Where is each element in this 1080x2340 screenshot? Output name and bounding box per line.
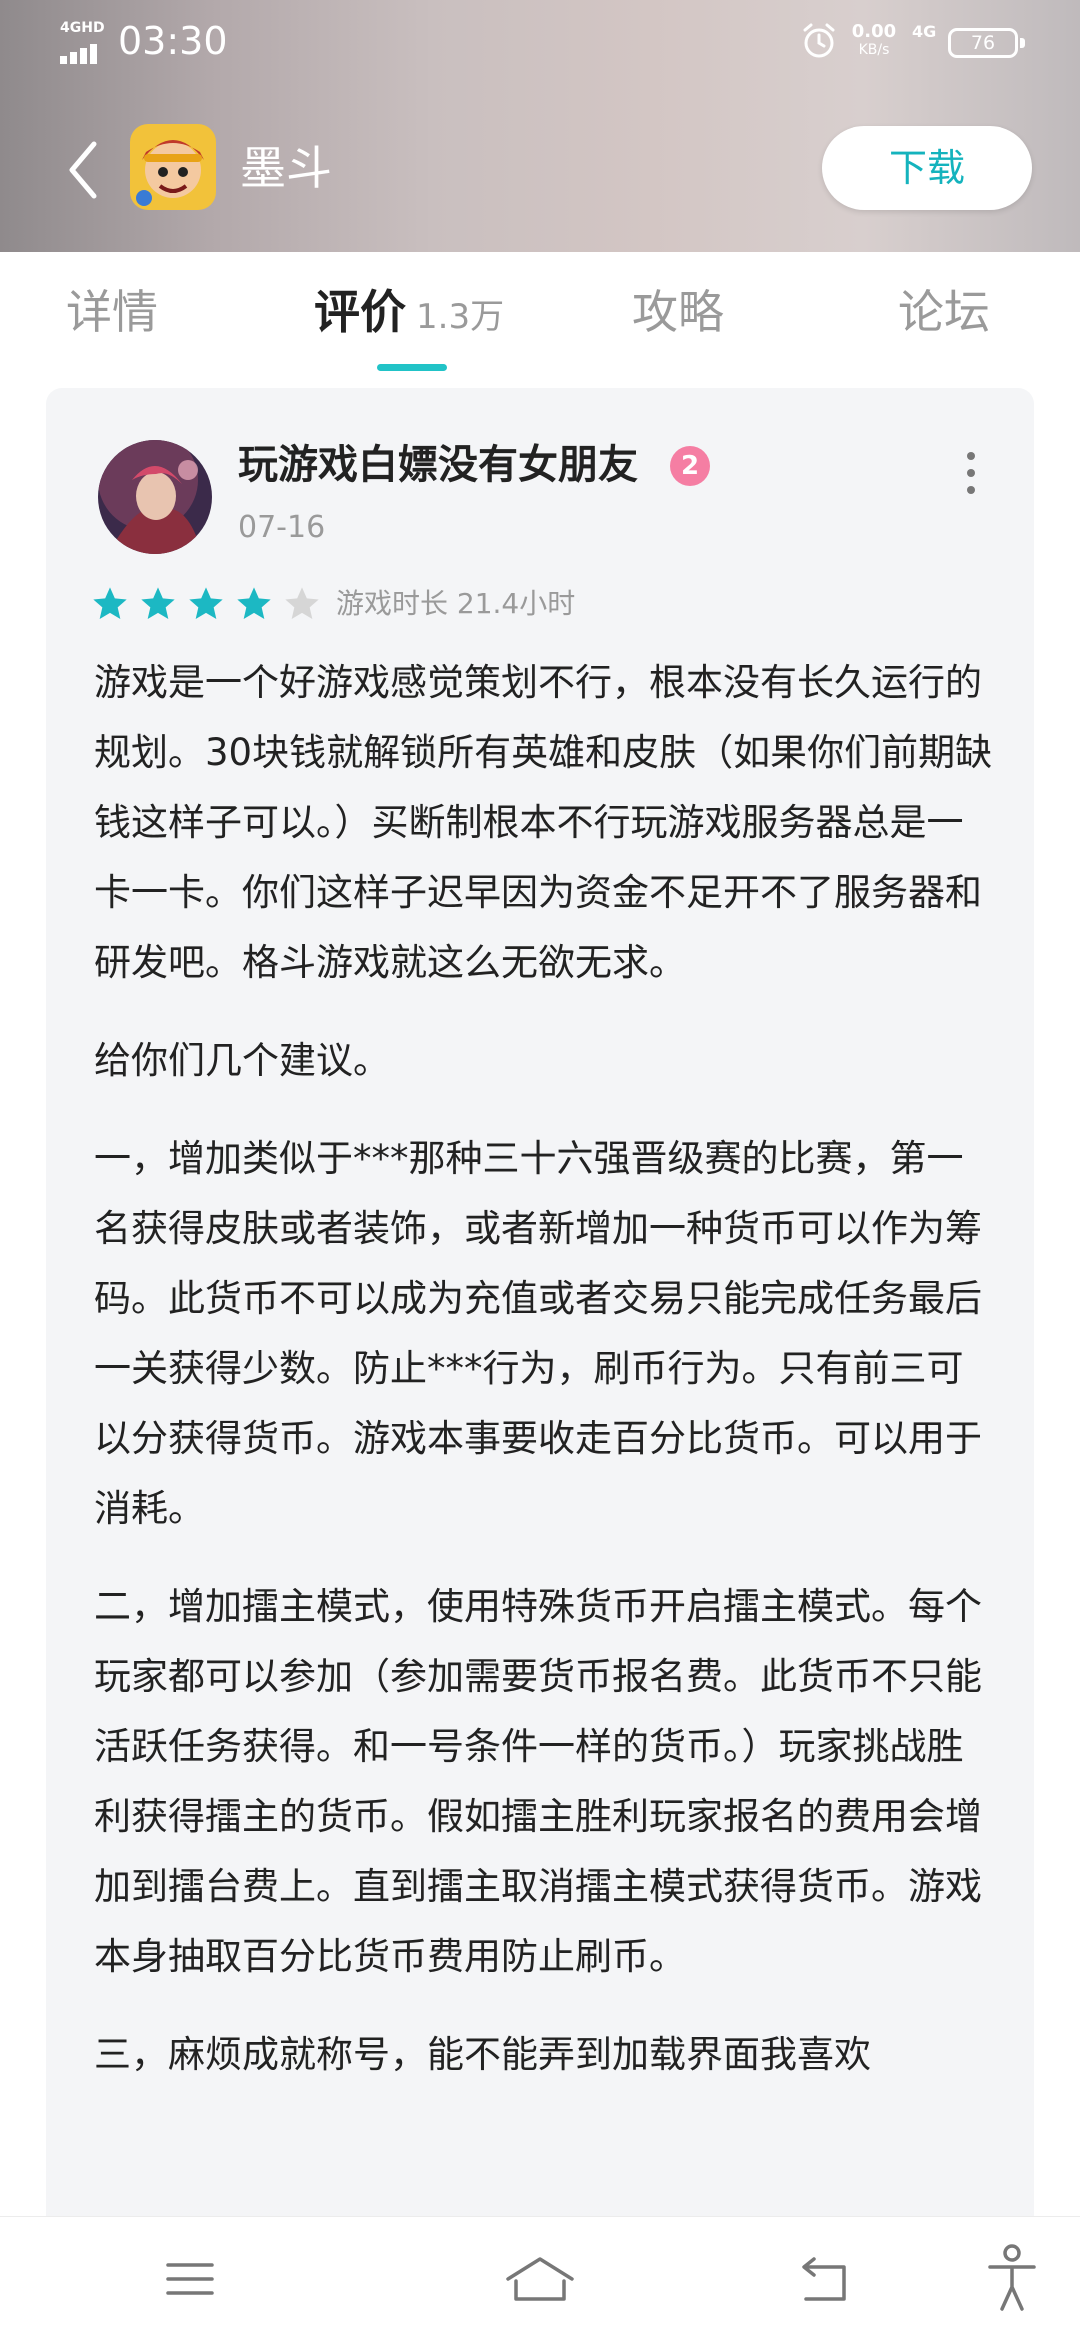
app-title: 墨斗 xyxy=(240,141,332,195)
tab-reviews[interactable]: 评价 1.3万 xyxy=(314,282,504,347)
review-paragraph: 二，增加擂主模式，使用特殊货币开启擂主模式。每个玩家都可以参加（参加需要货币报名… xyxy=(94,1585,982,1978)
tab-guides[interactable]: 攻略 xyxy=(632,282,724,342)
review-card: 玩游戏白嫖没有女朋友 2 07-16 游戏时长 21.4小时 游戏是一个好游戏感… xyxy=(46,388,1034,2340)
star-icon xyxy=(93,587,127,619)
more-vertical-icon[interactable] xyxy=(956,450,986,496)
level-badge: 2 xyxy=(670,446,710,486)
tab-label: 论坛 xyxy=(898,285,990,339)
tab-indicator xyxy=(377,364,447,371)
star-icon xyxy=(237,587,271,619)
star-icon xyxy=(285,587,319,619)
avatar[interactable] xyxy=(98,440,212,554)
review-paragraph: 游戏是一个好游戏感觉策划不行，根本没有长久运行的规划。30块钱就解锁所有英雄和皮… xyxy=(94,661,993,984)
home-icon[interactable] xyxy=(500,2249,580,2309)
review-paragraph: 给你们几个建议。 xyxy=(94,1039,390,1082)
app-header: 4GHD 03:30 0.00 KB/s 4G 76 墨斗 下载 xyxy=(0,0,1080,252)
tab-details[interactable]: 详情 xyxy=(66,282,158,342)
review-paragraph: 三，麻烦成就称号，能不能弄到加载界面我喜欢 xyxy=(94,2033,871,2076)
status-bar: 4GHD 03:30 0.00 KB/s 4G 76 xyxy=(0,0,1080,84)
network-speed: 0.00 KB/s xyxy=(848,22,900,60)
return-icon[interactable] xyxy=(792,2249,856,2309)
app-icon xyxy=(130,124,216,210)
menu-icon[interactable] xyxy=(160,2249,220,2309)
review-paragraph: 一，增加类似于***那种三十六强晋级赛的比赛，第一名获得皮肤或者装饰，或者新增加… xyxy=(94,1137,982,1530)
tab-label: 评价 xyxy=(314,285,406,339)
download-button[interactable]: 下载 xyxy=(822,126,1032,210)
signal-icon: 4GHD xyxy=(58,20,108,64)
network-type: 4G xyxy=(912,22,937,41)
tab-bar: 详情 评价 1.3万 攻略 论坛 xyxy=(0,252,1080,372)
tab-label: 攻略 xyxy=(632,285,724,339)
battery-icon: 76 xyxy=(948,28,1025,58)
tab-label: 详情 xyxy=(66,285,158,339)
speed-value: 0.00 xyxy=(851,21,897,42)
system-nav-bar xyxy=(0,2216,1080,2340)
playtime: 游戏时长 21.4小时 xyxy=(336,587,576,620)
status-time: 03:30 xyxy=(118,19,228,63)
speed-unit: KB/s xyxy=(858,42,890,58)
alarm-icon xyxy=(803,23,835,58)
review-date: 07-16 xyxy=(238,510,326,545)
star-icon xyxy=(141,587,175,619)
review-username[interactable]: 玩游戏白嫖没有女朋友 xyxy=(238,440,638,490)
review-text: 游戏是一个好游戏感觉策划不行，根本没有长久运行的规划。30块钱就解锁所有英雄和皮… xyxy=(94,648,994,2118)
back-icon[interactable] xyxy=(58,130,108,210)
accessibility-icon[interactable] xyxy=(984,2243,1040,2313)
star-icon xyxy=(189,587,223,619)
battery-level: 76 xyxy=(970,32,996,54)
review-count: 1.3万 xyxy=(416,297,505,337)
tab-forum[interactable]: 论坛 xyxy=(898,282,990,342)
network-label: 4GHD xyxy=(60,20,105,36)
